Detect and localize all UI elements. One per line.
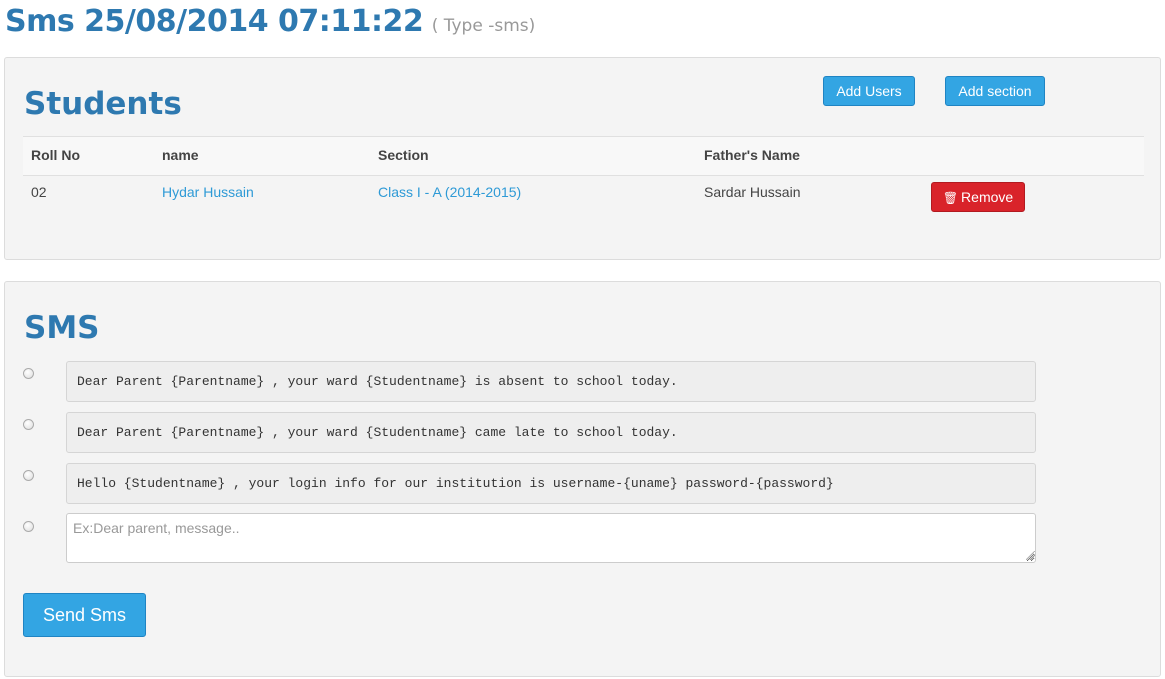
add-section-button[interactable]: Add section	[945, 76, 1045, 106]
column-header-name: name	[162, 147, 199, 163]
trash-icon: 🗑	[942, 191, 959, 205]
remove-button-label: Remove	[961, 189, 1014, 205]
remove-button[interactable]: 🗑 Remove	[931, 182, 1025, 212]
custom-message-textarea[interactable]	[66, 513, 1036, 563]
sms-template-absent: Dear Parent {Parentname} , your ward {St…	[66, 361, 1036, 402]
cell-father-name: Sardar Hussain	[704, 184, 801, 200]
column-header-roll-no: Roll No	[31, 147, 80, 163]
page-title: Sms 25/08/2014 07:11:22	[5, 4, 424, 39]
sms-title: SMS	[24, 310, 100, 346]
column-header-father-name: Father's Name	[704, 147, 800, 163]
students-panel: Students Add Users Add section Roll No n…	[4, 57, 1161, 260]
template-radio-absent[interactable]	[23, 368, 34, 379]
textarea-resize-handle[interactable]	[1026, 551, 1035, 560]
column-header-section: Section	[378, 147, 429, 163]
add-users-button[interactable]: Add Users	[823, 76, 915, 106]
page-type-label: ( Type -sms)	[431, 16, 536, 36]
students-title: Students	[24, 86, 182, 122]
page-header: Sms 25/08/2014 07:11:22 ( Type -sms)	[5, 4, 535, 48]
template-radio-login[interactable]	[23, 470, 34, 481]
send-sms-button[interactable]: Send Sms	[23, 593, 146, 637]
sms-panel: SMS Dear Parent {Parentname} , your ward…	[4, 281, 1161, 677]
students-table-header: Roll No name Section Father's Name	[23, 136, 1144, 176]
cell-roll-no: 02	[31, 184, 47, 200]
template-radio-custom[interactable]	[23, 521, 34, 532]
sms-template-login: Hello {Studentname} , your login info fo…	[66, 463, 1036, 504]
template-radio-late[interactable]	[23, 419, 34, 430]
student-name-link[interactable]: Hydar Hussain	[162, 184, 254, 200]
sms-template-late: Dear Parent {Parentname} , your ward {St…	[66, 412, 1036, 453]
student-section-link[interactable]: Class I - A (2014-2015)	[378, 184, 521, 200]
